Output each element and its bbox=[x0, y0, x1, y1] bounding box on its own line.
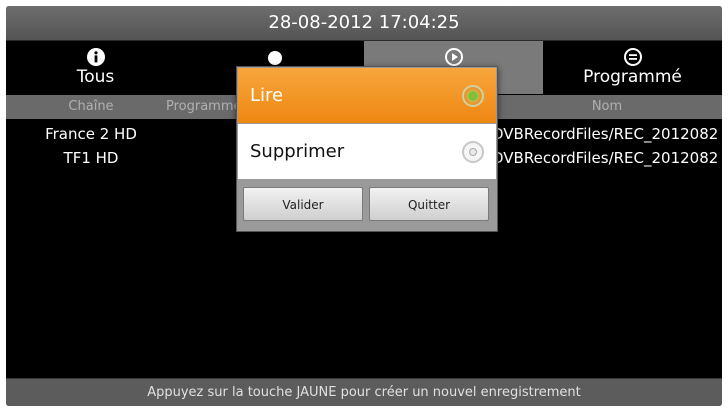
row-channel: France 2 HD bbox=[45, 125, 137, 143]
tab-all[interactable]: Tous bbox=[6, 41, 185, 94]
datetime-label: 28-08-2012 17:04:25 bbox=[268, 12, 460, 33]
tab-scheduled[interactable]: Programmé bbox=[543, 41, 722, 94]
option-play[interactable]: Lire bbox=[238, 68, 496, 123]
record-dot-icon bbox=[267, 51, 282, 65]
scheduled-icon bbox=[623, 48, 642, 66]
column-header-channel: Chaîne bbox=[68, 99, 114, 114]
tab-all-label: Tous bbox=[76, 67, 115, 87]
row-name: DVBRecordFiles/REC_2012082 bbox=[492, 125, 719, 143]
quit-button[interactable]: Quitter bbox=[369, 187, 489, 221]
action-dialog: Lire Supprimer Valider Quitter bbox=[236, 66, 498, 232]
radio-unselected-icon[interactable] bbox=[462, 140, 484, 163]
column-header-name: Nom bbox=[591, 99, 623, 114]
footer-hint: Appuyez sur la touche JAUNE pour créer u… bbox=[147, 385, 581, 400]
option-delete-label: Supprimer bbox=[250, 141, 345, 162]
radio-selected-icon[interactable] bbox=[462, 84, 484, 107]
tab-scheduled-label: Programmé bbox=[583, 67, 682, 87]
confirm-button[interactable]: Valider bbox=[243, 187, 363, 221]
option-play-label: Lire bbox=[250, 85, 284, 106]
row-channel: TF1 HD bbox=[63, 149, 119, 167]
screen: 28-08-2012 17:04:25 Tous Programmé Chaîn… bbox=[6, 6, 722, 406]
info-icon bbox=[86, 48, 105, 66]
datetime-bar: 28-08-2012 17:04:25 bbox=[6, 6, 722, 41]
play-icon bbox=[444, 48, 463, 66]
footer-hint-bar: Appuyez sur la touche JAUNE pour créer u… bbox=[6, 378, 722, 406]
column-header-program: Programme bbox=[166, 99, 242, 114]
option-delete[interactable]: Supprimer bbox=[238, 124, 496, 179]
row-name: DVBRecordFiles/REC_2012082 bbox=[492, 149, 719, 167]
